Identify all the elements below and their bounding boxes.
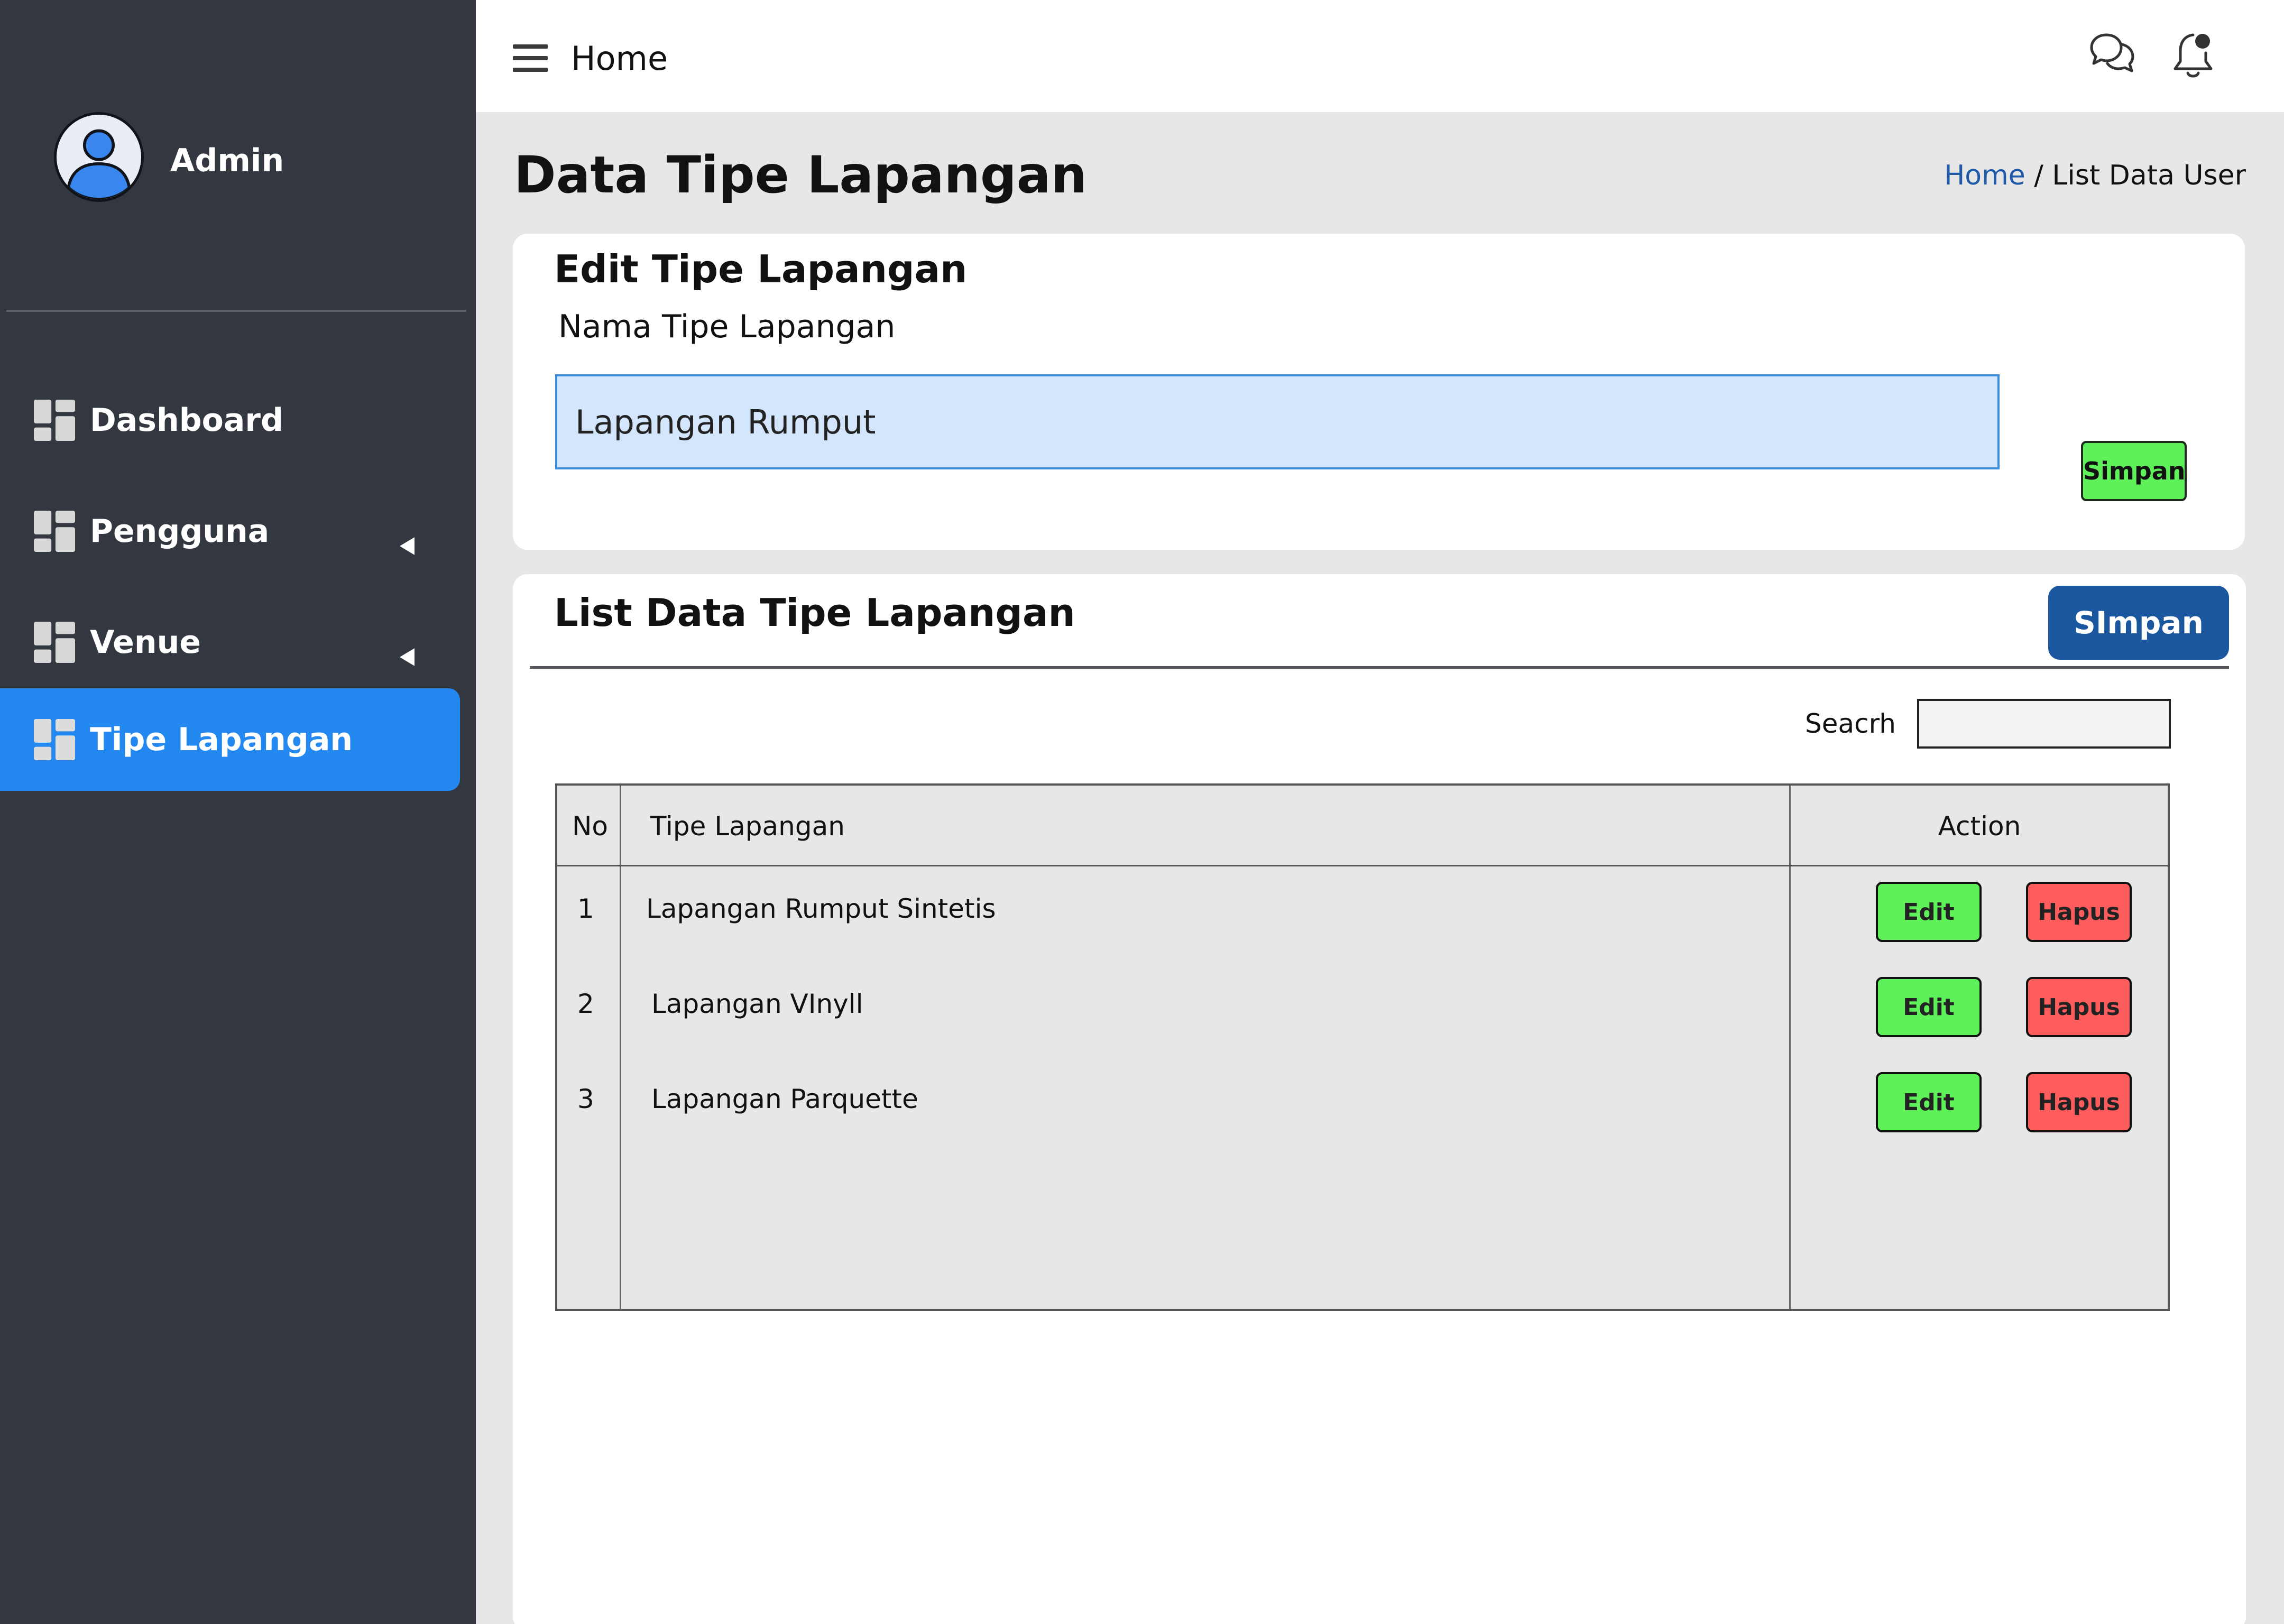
sidebar-item-pengguna[interactable]: Pengguna — [0, 480, 460, 583]
sidebar-item-label: Tipe Lapangan — [90, 721, 353, 758]
nama-tipe-lapangan-input[interactable] — [555, 374, 2000, 469]
data-table: No Tipe Lapangan Action 1 Lapangan Rumpu… — [555, 783, 2170, 1311]
edit-button[interactable]: Edit — [1876, 1072, 1982, 1132]
header-action: Action — [1938, 811, 2021, 842]
sidebar-item-label: Dashboard — [90, 402, 283, 439]
sidebar-item-venue[interactable]: Venue — [0, 591, 460, 694]
simpan-button[interactable]: Simpan — [2081, 441, 2187, 501]
row-no: 2 — [577, 989, 594, 1019]
sidebar-item-tipe-lapangan[interactable]: Tipe Lapangan — [0, 688, 460, 791]
dashboard-grid-icon — [34, 511, 75, 552]
header-no: No — [572, 811, 608, 842]
breadcrumb-separator: / — [2034, 160, 2043, 191]
sidebar: Admin Dashboard Pengguna Venue Tipe Lapa… — [0, 0, 476, 1624]
header-divider — [557, 865, 2168, 866]
search-input[interactable] — [1917, 699, 2171, 749]
sidebar-item-label: Pengguna — [90, 513, 270, 550]
sidebar-item-label: Venue — [90, 624, 201, 661]
topbar-title: Home — [571, 39, 668, 78]
hapus-button[interactable]: Hapus — [2026, 977, 2132, 1037]
field-label: Nama Tipe Lapangan — [558, 308, 896, 345]
sidebar-item-dashboard[interactable]: Dashboard — [0, 369, 460, 472]
sidebar-divider — [6, 310, 466, 312]
list-divider — [530, 666, 2229, 669]
row-no: 3 — [577, 1084, 594, 1114]
hamburger-icon[interactable] — [513, 44, 548, 72]
row-type: Lapangan VInyll — [651, 989, 863, 1019]
row-no: 1 — [577, 893, 594, 924]
breadcrumb: Home / List Data User — [1944, 159, 2246, 192]
breadcrumb-current: List Data User — [2052, 160, 2246, 191]
edit-card: Edit Tipe Lapangan Nama Tipe Lapangan Si… — [513, 234, 2245, 550]
list-card-title: List Data Tipe Lapangan — [554, 590, 1075, 635]
page-title: Data Tipe Lapangan — [514, 145, 1087, 205]
row-type: Lapangan Rumput Sintetis — [646, 893, 996, 924]
dashboard-grid-icon — [34, 400, 75, 441]
app-root: Admin Dashboard Pengguna Venue Tipe Lapa… — [0, 0, 2284, 1624]
search-label: Seacrh — [1805, 708, 1896, 739]
user-avatar-icon[interactable] — [54, 112, 144, 202]
hapus-button[interactable]: Hapus — [2026, 882, 2132, 942]
dashboard-grid-icon — [34, 719, 75, 760]
bell-icon[interactable] — [2167, 29, 2217, 81]
edit-button[interactable]: Edit — [1876, 882, 1982, 942]
column-divider — [1789, 786, 1791, 1309]
hapus-button[interactable]: Hapus — [2026, 1072, 2132, 1132]
column-divider — [620, 786, 621, 1309]
row-type: Lapangan Parquette — [651, 1084, 918, 1114]
user-name: Admin — [170, 142, 284, 179]
caret-left-icon[interactable] — [400, 537, 415, 555]
edit-card-title: Edit Tipe Lapangan — [554, 247, 968, 291]
breadcrumb-home-link[interactable]: Home — [1944, 160, 2025, 191]
chat-icon[interactable] — [2086, 29, 2137, 79]
simpan-list-button[interactable]: SImpan — [2048, 586, 2229, 660]
caret-left-icon[interactable] — [400, 648, 415, 666]
top-bar: Home — [476, 0, 2284, 112]
header-tipe-lapangan: Tipe Lapangan — [650, 811, 845, 842]
edit-button[interactable]: Edit — [1876, 977, 1982, 1037]
dashboard-grid-icon — [34, 622, 75, 663]
list-card: List Data Tipe Lapangan SImpan Seacrh No… — [513, 574, 2246, 1624]
